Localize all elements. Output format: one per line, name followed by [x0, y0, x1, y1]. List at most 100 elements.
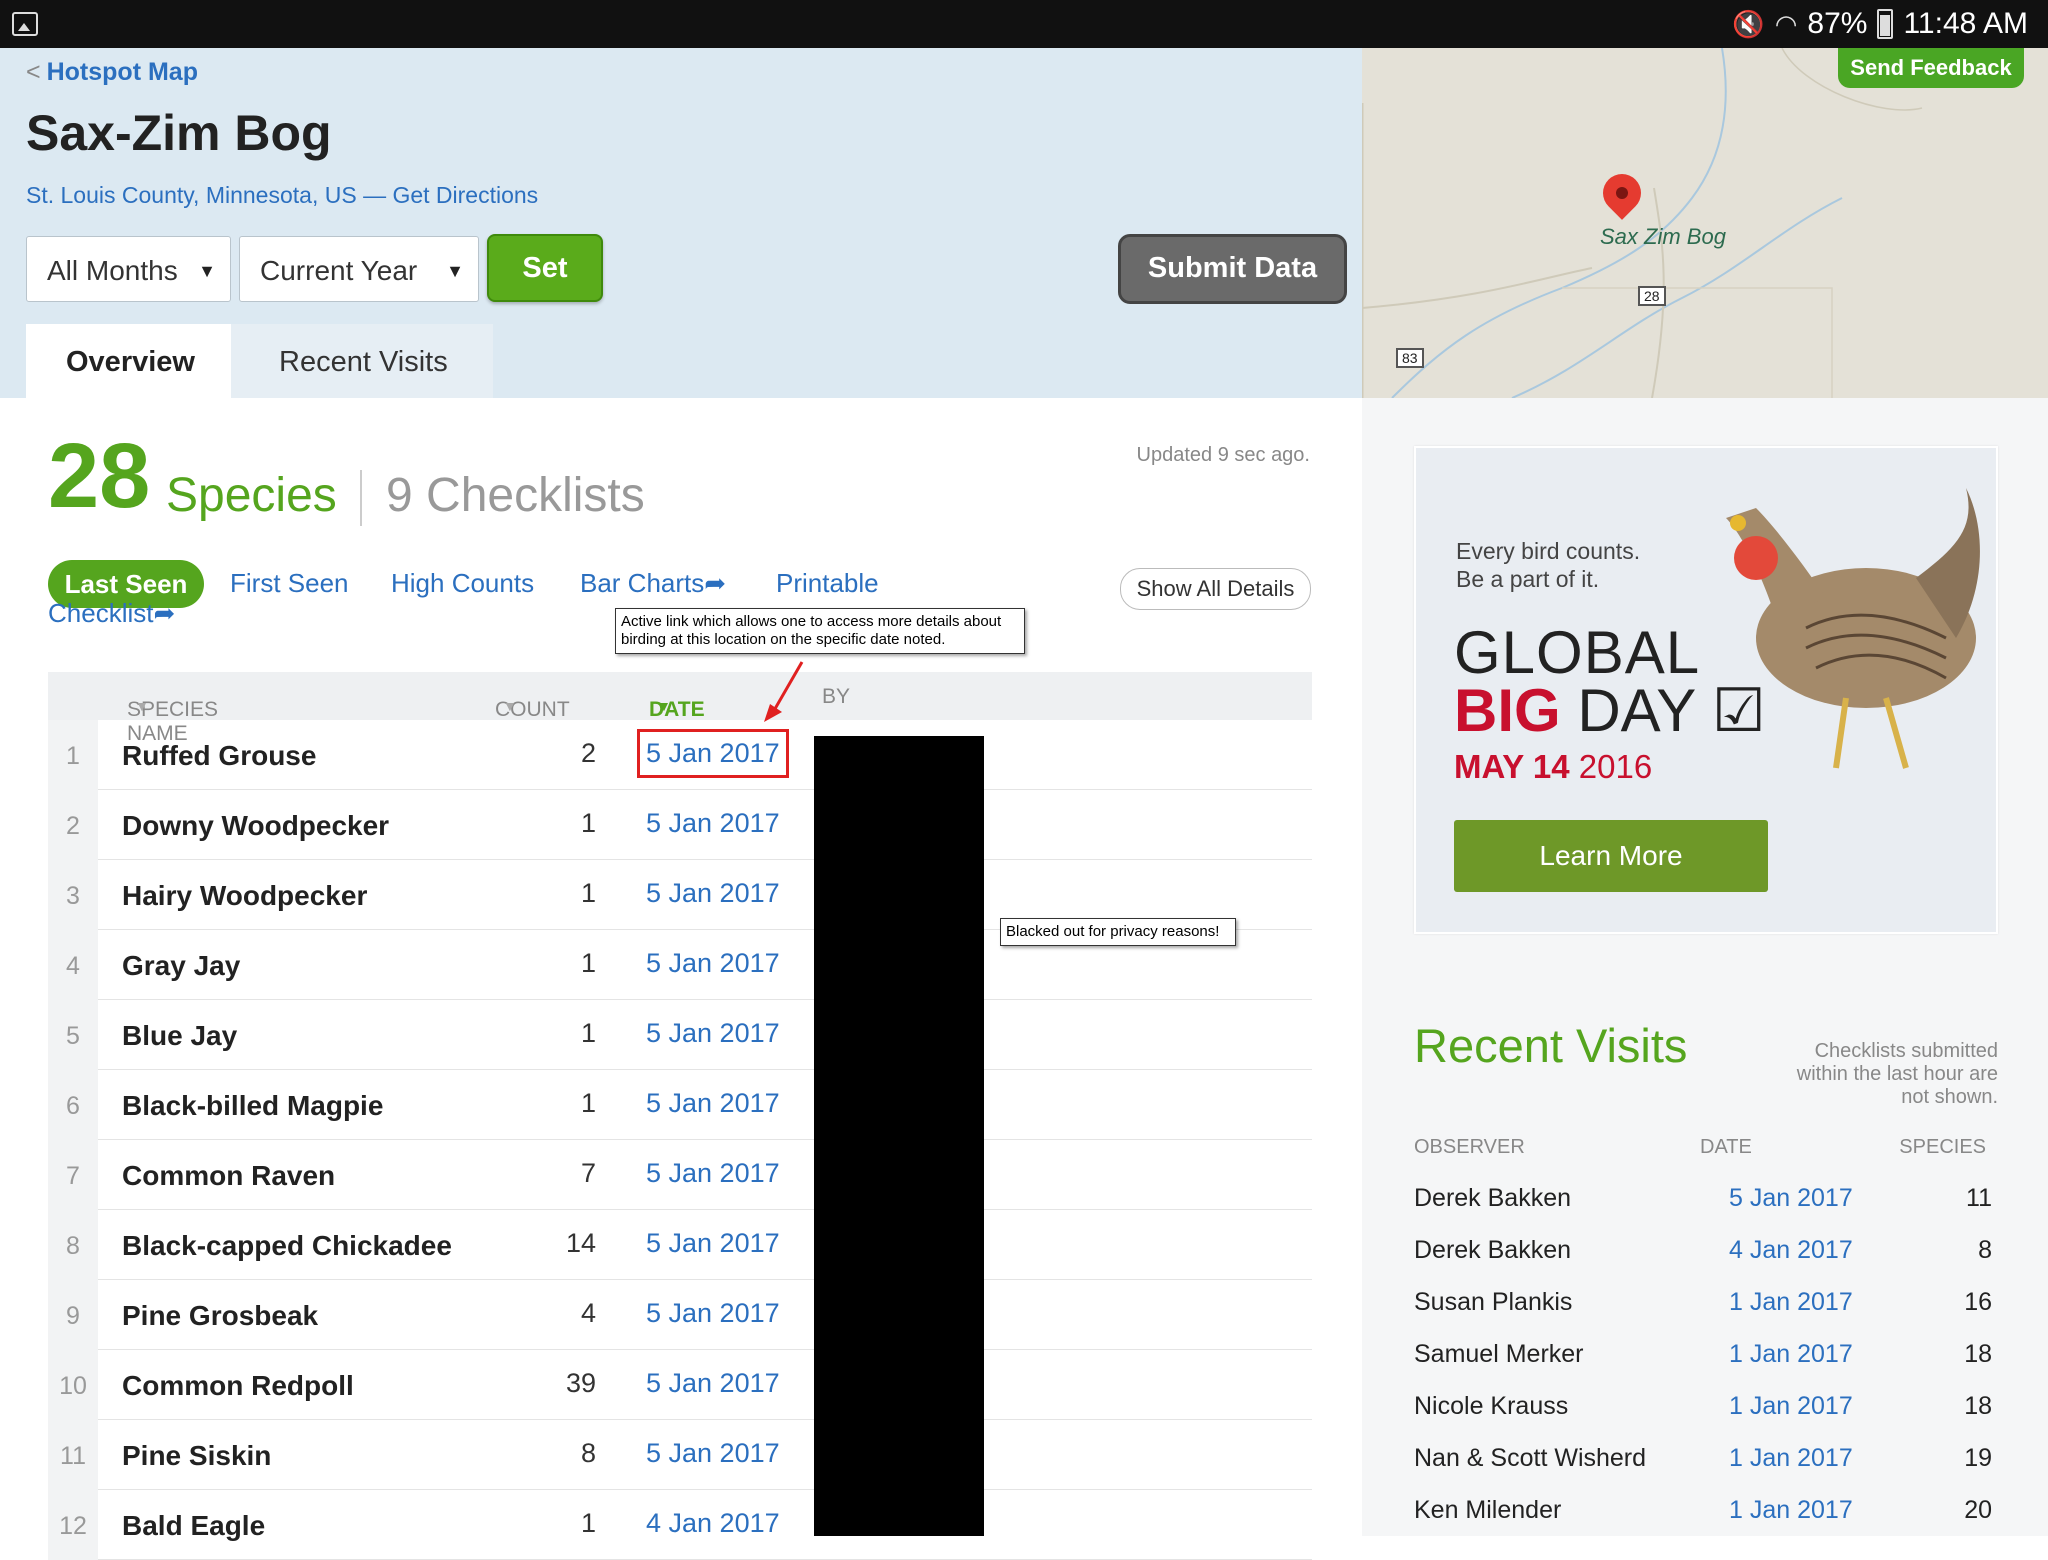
observer-name: Derek Bakken [1414, 1236, 1572, 1264]
location-line[interactable]: St. Louis County, Minnesota, US — Get Di… [26, 182, 538, 209]
view-checklist[interactable]: Checklist➦ [48, 598, 175, 629]
date-link[interactable]: 4 Jan 2017 [646, 1508, 780, 1539]
date-link[interactable]: 5 Jan 2017 [637, 729, 789, 778]
date-link[interactable]: 5 Jan 2017 [646, 878, 780, 909]
table-row: 1 Ruffed Grouse 2 5 Jan 2017 [48, 720, 1312, 790]
observer-name: Susan Plankis [1414, 1288, 1573, 1316]
back-link[interactable]: < Hotspot Map [26, 58, 198, 87]
header-observer: OBSERVER [1414, 1136, 1525, 1158]
visit-date-link[interactable]: 1 Jan 2017 [1729, 1392, 1853, 1421]
date-link[interactable]: 5 Jan 2017 [646, 1438, 780, 1469]
recent-visits-note: Checklists submitted within the last hou… [1796, 1040, 1998, 1108]
visit-species-count: 8 [1978, 1236, 1992, 1264]
visit-date-link[interactable]: 1 Jan 2017 [1729, 1288, 1853, 1317]
species-count-cell: 4 [580, 1298, 596, 1328]
share-arrow-icon: ➦ [153, 598, 176, 628]
sort-caret-icon: ▼ [503, 698, 517, 714]
visit-species-count: 16 [1964, 1288, 1992, 1316]
species-name[interactable]: Downy Woodpecker [122, 810, 389, 842]
species-name[interactable]: Pine Grosbeak [122, 1300, 318, 1332]
bar-charts-label: Bar Charts [580, 568, 705, 598]
species-count-cell: 14 [565, 1228, 596, 1258]
visit-date-link[interactable]: 1 Jan 2017 [1729, 1340, 1853, 1369]
show-all-details-button[interactable]: Show All Details [1120, 568, 1311, 610]
species-count-cell: 1 [580, 808, 596, 838]
row-number: 6 [48, 1070, 98, 1140]
visit-row: Derek Bakken 5 Jan 2017 11 [1414, 1180, 1998, 1232]
ad-tagline: Every bird counts. Be a part of it. [1456, 538, 1640, 593]
view-first-seen[interactable]: First Seen [230, 568, 349, 599]
set-button[interactable]: Set [487, 234, 603, 302]
table-row: 9 Pine Grosbeak 4 5 Jan 2017 [48, 1280, 1312, 1350]
privacy-redaction [814, 736, 984, 1536]
global-big-day-ad[interactable]: Every bird counts. Be a part of it. GLOBA… [1414, 446, 1998, 934]
tab-overview[interactable]: Overview [26, 324, 231, 398]
row-number: 9 [48, 1280, 98, 1350]
visit-date-link[interactable]: 5 Jan 2017 [1729, 1184, 1853, 1213]
status-right: 🔇 ◠ 87% 11:48 AM [1732, 4, 2028, 44]
date-link[interactable]: 5 Jan 2017 [646, 1018, 780, 1049]
visit-row: Nan & Scott Wisherd 1 Jan 2017 19 [1414, 1440, 1998, 1492]
submit-data-button[interactable]: Submit Data [1118, 234, 1347, 304]
row-number: 8 [48, 1210, 98, 1280]
ad-date-year: 2016 [1578, 748, 1653, 785]
table-header: SPECIES NAME ▼ COUNT ▼ DATE ▼ BY [48, 672, 1312, 745]
species-name[interactable]: Black-capped Chickadee [122, 1230, 452, 1262]
ad-big: BIG [1454, 677, 1561, 744]
observer-name: Samuel Merker [1414, 1340, 1584, 1368]
ad-date-bold: MAY 14 [1454, 748, 1570, 785]
road-shield-28: 28 [1638, 286, 1666, 306]
visit-date-link[interactable]: 4 Jan 2017 [1729, 1236, 1853, 1265]
row-number: 10 [48, 1350, 98, 1420]
tab-recent-visits[interactable]: Recent Visits [231, 324, 493, 398]
species-count-cell: 1 [580, 1018, 596, 1048]
caret-down-icon: ▼ [198, 261, 216, 281]
map-pin-dot [1616, 187, 1628, 199]
row-number: 3 [48, 860, 98, 930]
view-printable[interactable]: Printable [776, 568, 879, 599]
learn-more-button[interactable]: Learn More [1454, 820, 1768, 892]
table-row: 11 Pine Siskin 8 5 Jan 2017 [48, 1420, 1312, 1490]
species-name[interactable]: Bald Eagle [122, 1510, 265, 1542]
header-by: BY [822, 685, 851, 708]
species-name[interactable]: Hairy Woodpecker [122, 880, 367, 912]
date-link[interactable]: 5 Jan 2017 [646, 1368, 780, 1399]
visit-row: Derek Bakken 4 Jan 2017 8 [1414, 1232, 1998, 1284]
row-number: 12 [48, 1490, 98, 1560]
year-select[interactable]: Current Year ▼ [239, 236, 479, 302]
send-feedback-button[interactable]: Send Feedback [1838, 48, 2024, 88]
months-select[interactable]: All Months ▼ [26, 236, 231, 302]
species-name[interactable]: Common Raven [122, 1160, 335, 1192]
visit-row: Samuel Merker 1 Jan 2017 18 [1414, 1336, 1998, 1388]
table-row: 12 Bald Eagle 1 4 Jan 2017 [48, 1490, 1312, 1560]
visit-date-link[interactable]: 1 Jan 2017 [1729, 1444, 1853, 1473]
species-name[interactable]: Pine Siskin [122, 1440, 271, 1472]
view-high-counts[interactable]: High Counts [391, 568, 534, 599]
row-number: 11 [48, 1420, 98, 1490]
species-name[interactable]: Ruffed Grouse [122, 740, 316, 772]
recent-visits-table: Derek Bakken 5 Jan 2017 11 Derek Bakken 4 Ja… [1414, 1180, 1998, 1544]
date-link[interactable]: 5 Jan 2017 [646, 1228, 780, 1259]
summary-divider [360, 470, 362, 526]
observer-name: Ken Milender [1414, 1496, 1562, 1524]
months-select-value: All Months [47, 255, 178, 286]
date-link[interactable]: 5 Jan 2017 [646, 948, 780, 979]
species-count-cell: 2 [580, 738, 596, 768]
status-bar: 🔇 ◠ 87% 11:48 AM [0, 0, 2048, 48]
share-arrow-icon: ➦ [704, 568, 727, 598]
date-link[interactable]: 5 Jan 2017 [646, 1298, 780, 1329]
visit-date-link[interactable]: 1 Jan 2017 [1729, 1496, 1853, 1525]
hotspot-map[interactable]: Sax Zim Bog 28 83 [1362, 48, 2048, 398]
species-count-cell: 7 [580, 1158, 596, 1188]
view-bar-charts[interactable]: Bar Charts➦ [580, 568, 726, 599]
checklist-label: Checklist [48, 598, 154, 628]
date-link[interactable]: 5 Jan 2017 [646, 808, 780, 839]
date-link[interactable]: 5 Jan 2017 [646, 1158, 780, 1189]
date-link[interactable]: 5 Jan 2017 [646, 1088, 780, 1119]
species-name[interactable]: Black-billed Magpie [122, 1090, 383, 1122]
species-name[interactable]: Gray Jay [122, 950, 240, 982]
checklists-count[interactable]: 9 Checklists [386, 468, 645, 523]
species-name[interactable]: Blue Jay [122, 1020, 237, 1052]
visit-species-count: 18 [1964, 1340, 1992, 1368]
species-name[interactable]: Common Redpoll [122, 1370, 354, 1402]
